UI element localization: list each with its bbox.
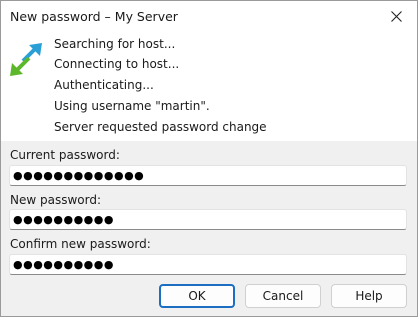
help-button[interactable]: Help [331,284,407,308]
log-line: Server requested password change [54,120,267,134]
log-line: Connecting to host... [54,57,180,71]
close-icon [391,11,402,22]
log-line: Authenticating... [54,78,154,92]
current-password-field[interactable]: ●●●●●●●●●●●●● [9,165,407,186]
log-line: Searching for host... [54,37,176,51]
log-line: Using username "martin". [54,99,210,113]
confirm-password-label: Confirm new password: [10,237,151,251]
transfer-arrows-icon [10,43,42,76]
confirm-password-field[interactable]: ●●●●●●●●●● [9,254,407,275]
current-password-label: Current password: [10,148,120,162]
window-title: New password – My Server [10,9,178,24]
close-button[interactable] [377,1,417,33]
password-dialog: New password – My Server Searching for h… [0,0,418,317]
title-bar: New password – My Server [1,1,417,33]
connection-log: Searching for host... Connecting to host… [1,33,417,141]
cancel-button[interactable]: Cancel [245,284,321,308]
new-password-field[interactable]: ●●●●●●●●●● [9,209,407,230]
new-password-label: New password: [10,193,102,207]
ok-button[interactable]: OK [159,284,235,308]
